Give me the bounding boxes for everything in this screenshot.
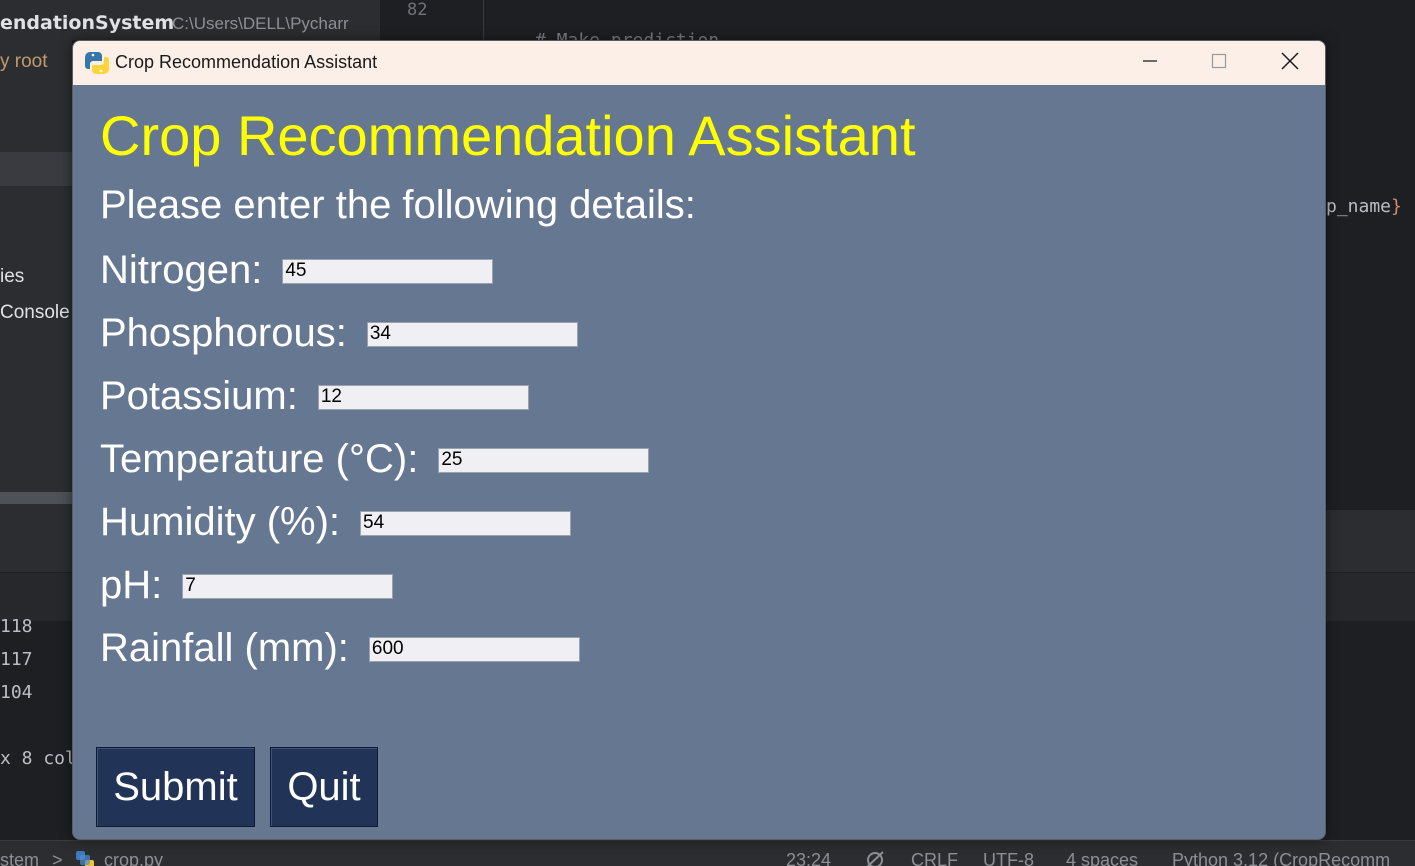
console-line: 104 xyxy=(0,682,33,703)
ide-line-number: 82 xyxy=(407,0,428,20)
humidity-label: Humidity (%): xyxy=(100,499,341,544)
ide-project-path: C:\Users\DELL\Pycharr xyxy=(172,14,349,33)
humidity-row: Humidity (%): xyxy=(100,498,572,546)
potassium-input[interactable] xyxy=(317,384,529,410)
ph-label: pH: xyxy=(100,562,163,607)
crop-assistant-window: Crop Recommendation Assistant Crop Recom… xyxy=(72,40,1326,840)
quit-button[interactable]: Quit xyxy=(270,747,378,827)
status-line-ending[interactable]: CRLF xyxy=(911,850,958,866)
ide-code-brace: } xyxy=(1391,196,1402,217)
ph-row: pH: xyxy=(100,561,394,609)
phosphorous-row: Phosphorous: xyxy=(100,309,578,357)
potassium-label: Potassium: xyxy=(100,373,298,418)
minimize-icon xyxy=(1142,53,1158,73)
python-file-icon xyxy=(74,849,96,866)
console-line: 118 xyxy=(0,616,33,637)
nitrogen-label: Nitrogen: xyxy=(100,247,263,292)
console-line: x 8 col xyxy=(0,748,76,769)
ide-line-gutter xyxy=(380,0,484,40)
rainfall-input[interactable] xyxy=(368,636,580,662)
ide-right-code: p_name} xyxy=(1326,196,1402,217)
status-breadcrumb[interactable]: stem xyxy=(0,850,39,866)
submit-button[interactable]: Submit xyxy=(96,747,255,827)
window-titlebar[interactable]: Crop Recommendation Assistant xyxy=(73,41,1325,85)
minimize-button[interactable] xyxy=(1116,41,1184,85)
humidity-input[interactable] xyxy=(360,510,572,536)
window-content: Crop Recommendation Assistant Please ent… xyxy=(73,85,1325,839)
status-breadcrumb-separator: > xyxy=(52,850,63,866)
temperature-row: Temperature (°C): xyxy=(100,435,650,483)
ide-selected-row xyxy=(0,152,72,186)
rainfall-row: Rainfall (mm): xyxy=(100,624,580,672)
nitrogen-row: Nitrogen: xyxy=(100,246,494,294)
ide-scrollbar[interactable] xyxy=(0,492,72,504)
rainfall-label: Rainfall (mm): xyxy=(100,625,349,670)
status-encoding[interactable]: UTF-8 xyxy=(983,850,1034,866)
temperature-label: Temperature (°C): xyxy=(100,436,419,481)
close-icon xyxy=(1281,52,1299,74)
status-indent[interactable]: 4 spaces xyxy=(1066,850,1138,866)
window-title: Crop Recommendation Assistant xyxy=(115,52,378,72)
nitrogen-input[interactable] xyxy=(282,258,494,284)
phosphorous-label: Phosphorous: xyxy=(100,310,347,355)
close-button[interactable] xyxy=(1256,41,1324,85)
ide-project-title: endationSystem xyxy=(0,12,175,34)
app-subtitle: Please enter the following details: xyxy=(100,183,696,227)
ide-root-label: y root xyxy=(0,51,48,72)
ide-tree-item[interactable]: Console xyxy=(0,302,70,324)
ide-status-bar: stem > crop.py 23:24 CRLF UTF-8 4 spaces… xyxy=(0,840,1415,866)
temperature-input[interactable] xyxy=(438,447,650,473)
readonly-icon[interactable] xyxy=(864,849,886,866)
maximize-icon xyxy=(1211,53,1227,73)
potassium-row: Potassium: xyxy=(100,372,529,420)
phosphorous-input[interactable] xyxy=(366,321,578,347)
status-position[interactable]: 23:24 xyxy=(786,850,831,866)
ph-input[interactable] xyxy=(182,573,394,599)
maximize-button[interactable] xyxy=(1185,41,1253,85)
ide-tree-item[interactable]: ies xyxy=(0,266,24,288)
app-heading: Crop Recommendation Assistant xyxy=(100,104,916,167)
status-file[interactable]: crop.py xyxy=(104,850,163,866)
python-app-icon xyxy=(85,50,109,76)
status-interpreter[interactable]: Python 3.12 (CropRecomm xyxy=(1172,850,1390,866)
ide-code-token: p_name xyxy=(1326,196,1392,217)
console-line: 117 xyxy=(0,649,33,670)
